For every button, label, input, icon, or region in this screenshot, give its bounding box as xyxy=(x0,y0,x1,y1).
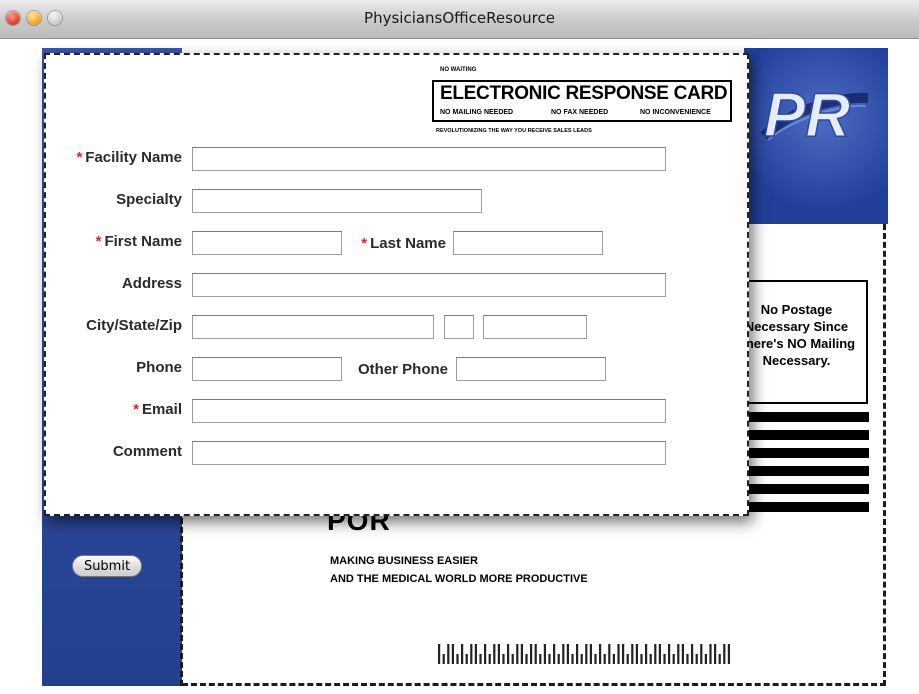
zip-input[interactable] xyxy=(483,315,587,339)
pr-logo-text: PR xyxy=(764,81,850,150)
required-mark: * xyxy=(95,233,102,250)
facility-name-input[interactable] xyxy=(192,147,666,171)
postal-barcode xyxy=(438,644,730,664)
required-mark: * xyxy=(76,149,83,166)
last-name-input[interactable] xyxy=(453,231,603,255)
window-title: PhysiciansOfficeResource xyxy=(364,9,555,27)
no-waiting-label: NO WAITING xyxy=(440,67,477,73)
response-card-banner: ELECTRONIC RESPONSE CARD NO MAILING NEED… xyxy=(432,80,732,122)
banner-subtitle: REVOLUTIONIZING THE WAY YOU RECEIVE SALE… xyxy=(436,128,592,134)
phone-input[interactable] xyxy=(192,357,342,381)
banner-tag-mailing: NO MAILING NEEDED xyxy=(440,109,514,116)
pr-logo-icon: PR xyxy=(760,80,869,151)
other-phone-label: Other Phone xyxy=(357,361,448,378)
postage-line-4: Necessary. xyxy=(762,353,831,368)
phone-label: Phone xyxy=(136,359,182,376)
facility-name-label: * Facility Name xyxy=(76,149,182,166)
email-input[interactable] xyxy=(192,399,666,423)
specialty-label: Specialty xyxy=(116,191,182,208)
address-label: Address xyxy=(121,275,182,292)
other-phone-input[interactable] xyxy=(456,357,606,381)
postage-notice: No Postage Necessary Since There's NO Ma… xyxy=(745,280,868,404)
comment-input[interactable] xyxy=(192,441,666,465)
address-input[interactable] xyxy=(192,273,666,297)
first-name-input[interactable] xyxy=(192,231,342,255)
response-form-card: NO WAITING ELECTRONIC RESPONSE CARD NO M… xyxy=(44,53,749,516)
submit-button[interactable]: Submit xyxy=(72,555,142,577)
specialty-input[interactable] xyxy=(192,189,482,213)
last-name-label: * Last Name xyxy=(361,235,446,252)
email-label: * Email xyxy=(133,401,182,418)
banner-tag-fax: NO FAX NEEDED xyxy=(551,109,609,116)
postage-line-1: No Postage xyxy=(760,302,833,317)
city-state-zip-label: City/State/Zip xyxy=(86,317,182,334)
window-titlebar: PhysiciansOfficeResource xyxy=(0,0,919,39)
comment-label: Comment xyxy=(112,443,182,460)
required-mark: * xyxy=(361,235,368,252)
city-input[interactable] xyxy=(192,315,434,339)
postage-line-2: Necessary Since xyxy=(745,319,849,334)
postage-bars xyxy=(745,412,869,520)
brand-tagline-2: AND THE MEDICAL WORLD MORE PRODUCTIVE xyxy=(330,573,588,585)
card-dashed-edge xyxy=(180,518,183,686)
first-name-label: * First Name xyxy=(95,233,182,250)
banner-tag-inconvenience: NO INCONVENIENCE xyxy=(640,109,711,116)
state-input[interactable] xyxy=(444,315,474,339)
banner-title: ELECTRONIC RESPONSE CARD xyxy=(440,83,728,104)
brand-tagline-1: MAKING BUSINESS EASIER xyxy=(330,555,478,567)
required-mark: * xyxy=(133,401,139,418)
postage-line-3: There's NO Mailing xyxy=(745,336,856,351)
